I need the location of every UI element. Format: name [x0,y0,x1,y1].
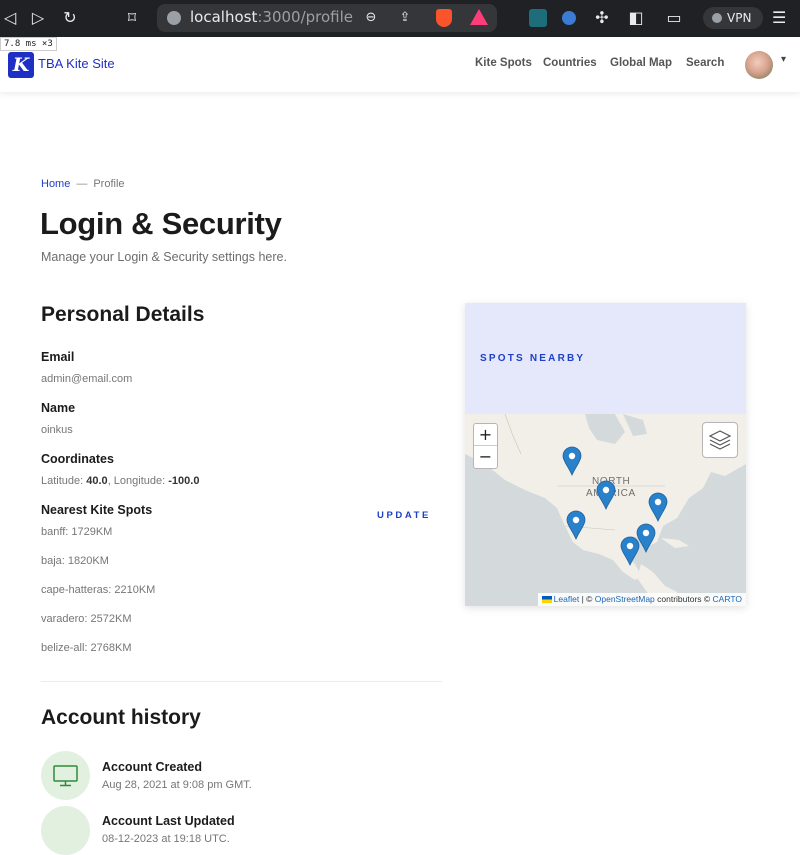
osm-link[interactable]: OpenStreetMap [595,594,655,604]
nav-global-map[interactable]: Global Map [610,57,672,69]
layers-button[interactable] [702,422,738,458]
extension-icon[interactable] [529,9,547,27]
nearest-spots-label: Nearest Kite Spots [41,503,153,517]
page-title: Login & Security [40,206,282,241]
site-title[interactable]: TBA Kite Site [38,56,115,71]
url-text[interactable]: localhost:3000/profile [190,8,353,26]
name-value: oinkus [41,424,73,436]
breadcrumb-separator: — [76,178,88,190]
zoom-icon[interactable]: ⊖ [363,10,379,26]
spot-item: banff: 1729KM [41,526,113,538]
nav-countries[interactable]: Countries [543,57,597,69]
wallet-icon[interactable]: ▭ [664,8,684,28]
history-icon [41,806,90,855]
history-item-subtitle: Aug 28, 2021 at 9:08 pm GMT. [102,779,252,791]
spot-item: varadero: 2572KM [41,613,132,625]
back-icon[interactable]: ◁ [0,8,20,28]
bookmark-icon[interactable]: ⌑ [122,8,142,28]
forward-icon[interactable]: ▷ [28,8,48,28]
avatar[interactable] [745,51,773,79]
map-marker-icon[interactable] [596,480,616,510]
nav-kite-spots[interactable]: Kite Spots [475,57,532,69]
zoom-control: + − [473,423,498,469]
page-subtitle: Manage your Login & Security settings he… [41,250,287,264]
layers-icon [708,430,732,450]
map-attribution: Leaflet | © OpenStreetMap contributors ©… [537,593,746,606]
map-card-title: SPOTS NEARBY [480,353,586,364]
spot-item: cape-hatteras: 2210KM [41,584,156,596]
gem-extension-icon[interactable] [562,11,576,25]
menu-icon[interactable]: ☰ [772,8,786,27]
zoom-in-button[interactable]: + [474,424,497,446]
email-value: admin@email.com [41,373,133,385]
vpn-button[interactable]: VPN [703,7,763,29]
map-marker-icon[interactable] [648,492,668,522]
history-item-subtitle: 08-12-2023 at 19:18 UTC. [102,833,230,845]
nav-search[interactable]: Search [686,57,724,69]
map[interactable]: NORTH AMERICA + − Leaflet | © OpenStreet… [465,414,746,606]
carto-link[interactable]: CARTO [713,594,742,604]
map-marker-icon[interactable] [620,536,640,566]
brave-rewards-icon[interactable] [470,9,488,25]
extensions-puzzle-icon[interactable]: ✣ [592,8,612,28]
site-header: K TBA Kite Site Kite Spots Countries Glo… [0,37,800,92]
map-card-header: SPOTS NEARBY [465,303,746,414]
chevron-down-icon[interactable]: ▾ [781,54,786,65]
browser-toolbar: ◁ ▷ ↻ ⌑ localhost:3000/profile ⊖ ⇪ ✣ ◧ ▭… [0,0,800,37]
account-history-title: Account history [41,706,201,729]
history-icon [41,751,90,800]
monitor-icon [53,765,78,787]
reload-icon[interactable]: ↻ [60,8,80,28]
latitude-value: 40.0 [86,475,108,487]
site-info-icon[interactable] [167,11,181,25]
perf-badge: 7.8 ms ×3 [0,37,57,51]
breadcrumb-home[interactable]: Home [41,178,70,190]
divider [41,681,442,682]
breadcrumb-current: Profile [93,178,125,190]
logo[interactable]: K [8,52,34,78]
share-icon[interactable]: ⇪ [397,10,413,26]
history-item-title: Account Created [102,760,203,774]
spot-item: baja: 1820KM [41,555,109,567]
brave-shields-icon[interactable] [436,9,452,27]
zoom-out-button[interactable]: − [474,446,497,468]
leaflet-link[interactable]: Leaflet [554,594,580,604]
update-button[interactable]: UPDATE [377,510,431,521]
email-label: Email [41,350,75,364]
breadcrumb: Home — Profile [41,178,125,190]
map-marker-icon[interactable] [562,446,582,476]
history-item-title: Account Last Updated [102,814,235,828]
longitude-value: -100.0 [168,475,200,487]
ukraine-flag-icon [541,596,552,603]
name-label: Name [41,401,76,415]
coordinates-value: Latitude: 40.0, Longitude: -100.0 [41,475,200,487]
spot-item: belize-all: 2768KM [41,642,132,654]
spots-nearby-card: SPOTS NEARBY NORTH AMERICA + − [465,303,746,606]
personal-details-title: Personal Details [41,303,205,326]
coordinates-label: Coordinates [41,452,114,466]
sidebar-icon[interactable]: ◧ [626,8,646,28]
map-marker-icon[interactable] [566,510,586,540]
